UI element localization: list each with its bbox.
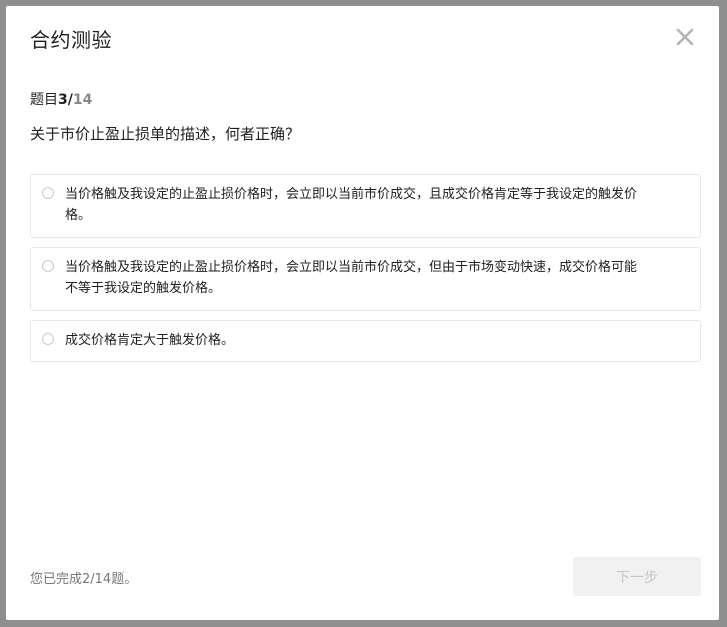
radio-button[interactable] — [42, 260, 54, 272]
option-text: 当价格触及我设定的止盈止损价格时，会立即以当前市价成交，但由于市场变动快速，成交… — [65, 260, 638, 296]
completion-status: 您已完成2/14题。 — [30, 572, 138, 587]
question-progress: 题目3/14 — [30, 89, 92, 109]
option-text: 成交价格肯定大于触发价格。 — [65, 333, 235, 348]
next-button[interactable]: 下一步 — [573, 557, 701, 596]
option-text: 当价格触及我设定的止盈止损价格时，会立即以当前市价成交，且成交价格肯定等于我设定… — [65, 187, 638, 223]
progress-label: 题目 — [30, 92, 58, 108]
question-text: 关于市价止盈止损单的描述，何者正确？ — [30, 125, 301, 143]
progress-total: 14 — [72, 92, 93, 108]
option-a[interactable]: 当价格触及我设定的止盈止损价格时，会立即以当前市价成交，且成交价格肯定等于我设定… — [30, 174, 701, 238]
option-b[interactable]: 当价格触及我设定的止盈止损价格时，会立即以当前市价成交，但由于市场变动快速，成交… — [30, 247, 701, 311]
progress-current: 3 — [58, 92, 68, 108]
radio-button[interactable] — [42, 187, 54, 199]
option-c[interactable]: 成交价格肯定大于触发价格。 — [30, 320, 701, 362]
quiz-dialog: 合约测验 题目3/14 关于市价止盈止损单的描述，何者正确？ 当价格触及我设定的… — [6, 6, 719, 620]
close-icon[interactable] — [674, 26, 696, 48]
radio-button[interactable] — [42, 333, 54, 345]
dialog-title: 合约测验 — [30, 28, 112, 52]
options-list: 当价格触及我设定的止盈止损价格时，会立即以当前市价成交，且成交价格肯定等于我设定… — [30, 174, 701, 371]
